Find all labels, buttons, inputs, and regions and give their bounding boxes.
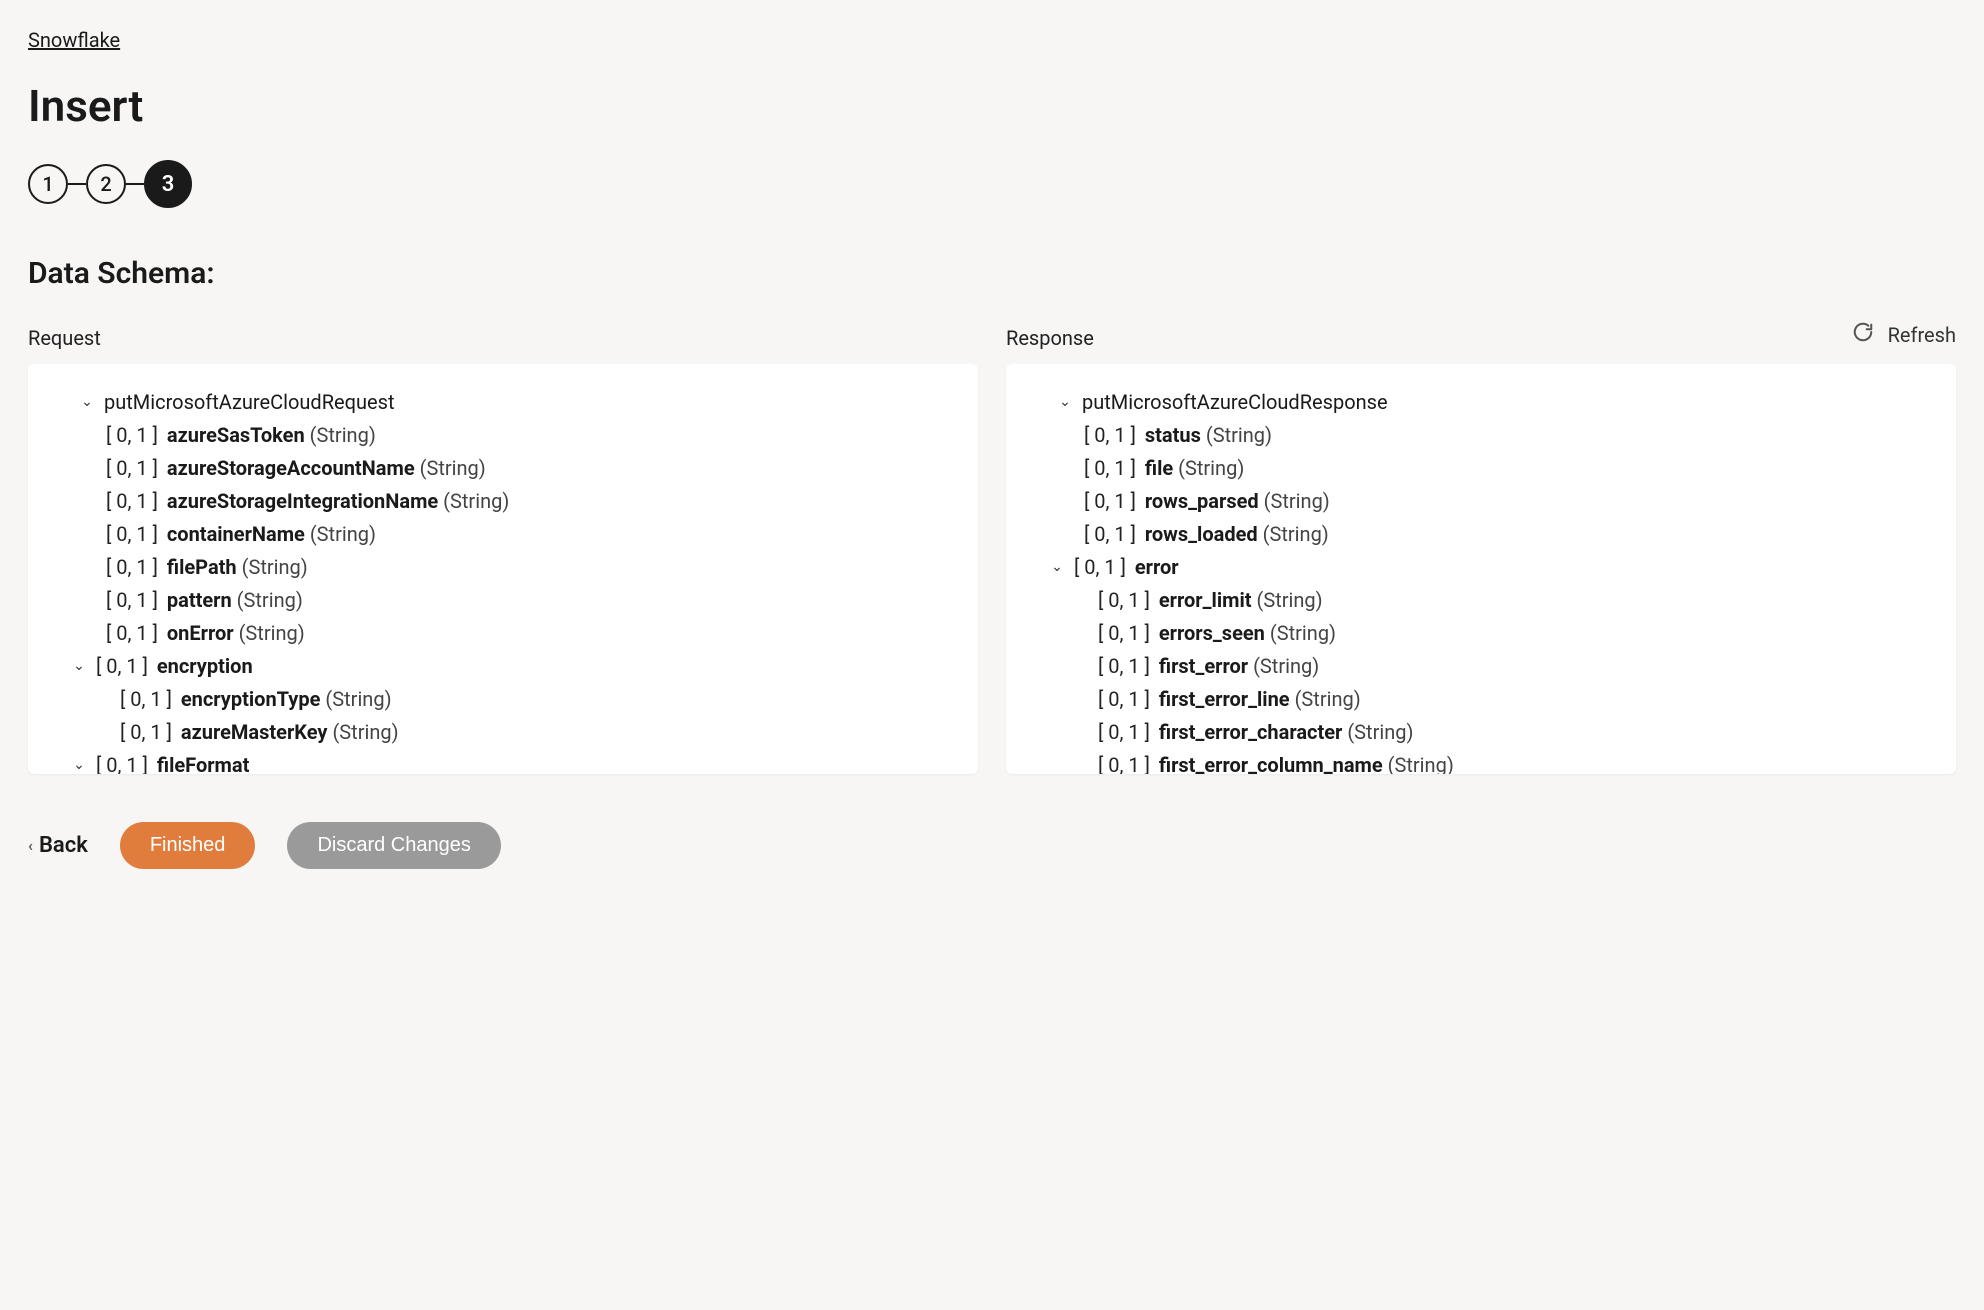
- tree-leaf: [ 0, 1 ] first_error_line (String): [1080, 683, 1946, 716]
- tree-leaf: [ 0, 1 ] containerName (String): [88, 518, 968, 551]
- response-header: Response: [1006, 326, 1956, 350]
- tree-leaf: [ 0, 1 ] error_limit (String): [1080, 584, 1946, 617]
- breadcrumb-snowflake[interactable]: Snowflake: [28, 28, 120, 52]
- tree-node-fileformat[interactable]: ⌄ [ 0, 1 ] fileFormat: [70, 749, 968, 774]
- tree-leaf: [ 0, 1 ] azureSasToken (String): [88, 419, 968, 452]
- tree-leaf: [ 0, 1 ] onError (String): [88, 617, 968, 650]
- tree-root-label: putMicrosoftAzureCloudResponse: [1082, 386, 1388, 419]
- tree-leaf: [ 0, 1 ] rows_loaded (String): [1066, 518, 1946, 551]
- tree-leaf: [ 0, 1 ] first_error_column_name (String…: [1080, 749, 1946, 774]
- step-connector: [68, 183, 86, 185]
- tree-leaf: [ 0, 1 ] azureStorageIntegrationName (St…: [88, 485, 968, 518]
- tree-leaf: [ 0, 1 ] errors_seen (String): [1080, 617, 1946, 650]
- tree-leaf: [ 0, 1 ] status (String): [1066, 419, 1946, 452]
- finished-button[interactable]: Finished: [120, 822, 256, 869]
- request-panel: ⌄ putMicrosoftAzureCloudRequest [ 0, 1 ]…: [28, 364, 978, 774]
- chevron-down-icon[interactable]: ⌄: [70, 655, 88, 678]
- page-title: Insert: [28, 80, 1956, 132]
- request-header: Request: [28, 326, 978, 350]
- discard-changes-button[interactable]: Discard Changes: [287, 822, 500, 869]
- chevron-down-icon[interactable]: ⌄: [1056, 391, 1074, 414]
- tree-leaf: [ 0, 1 ] rows_parsed (String): [1066, 485, 1946, 518]
- tree-leaf: [ 0, 1 ] first_error_character (String): [1080, 716, 1946, 749]
- back-button[interactable]: ‹ Back: [28, 833, 88, 858]
- chevron-down-icon[interactable]: ⌄: [1048, 556, 1066, 579]
- tree-node-error[interactable]: ⌄ [ 0, 1 ] error: [1048, 551, 1946, 584]
- tree-leaf: [ 0, 1 ] first_error (String): [1080, 650, 1946, 683]
- chevron-down-icon[interactable]: ⌄: [70, 754, 88, 774]
- section-title: Data Schema:: [28, 256, 1956, 291]
- tree-leaf: [ 0, 1 ] file (String): [1066, 452, 1946, 485]
- tree-leaf: [ 0, 1 ] azureMasterKey (String): [102, 716, 968, 749]
- tree-root-request[interactable]: ⌄ putMicrosoftAzureCloudRequest: [38, 386, 968, 419]
- stepper: 1 2 3: [28, 160, 1956, 208]
- chevron-down-icon[interactable]: ⌄: [78, 391, 96, 414]
- step-connector: [126, 183, 144, 185]
- tree-node-encryption[interactable]: ⌄ [ 0, 1 ] encryption: [70, 650, 968, 683]
- response-panel: ⌄ putMicrosoftAzureCloudResponse [ 0, 1 …: [1006, 364, 1956, 774]
- tree-root-response[interactable]: ⌄ putMicrosoftAzureCloudResponse: [1016, 386, 1946, 419]
- step-2[interactable]: 2: [86, 164, 126, 204]
- step-1[interactable]: 1: [28, 164, 68, 204]
- tree-leaf: [ 0, 1 ] azureStorageAccountName (String…: [88, 452, 968, 485]
- tree-leaf: [ 0, 1 ] encryptionType (String): [102, 683, 968, 716]
- step-3[interactable]: 3: [144, 160, 192, 208]
- tree-leaf: [ 0, 1 ] filePath (String): [88, 551, 968, 584]
- tree-root-label: putMicrosoftAzureCloudRequest: [104, 386, 395, 419]
- chevron-left-icon: ‹: [28, 836, 33, 855]
- back-label: Back: [39, 833, 88, 858]
- tree-leaf: [ 0, 1 ] pattern (String): [88, 584, 968, 617]
